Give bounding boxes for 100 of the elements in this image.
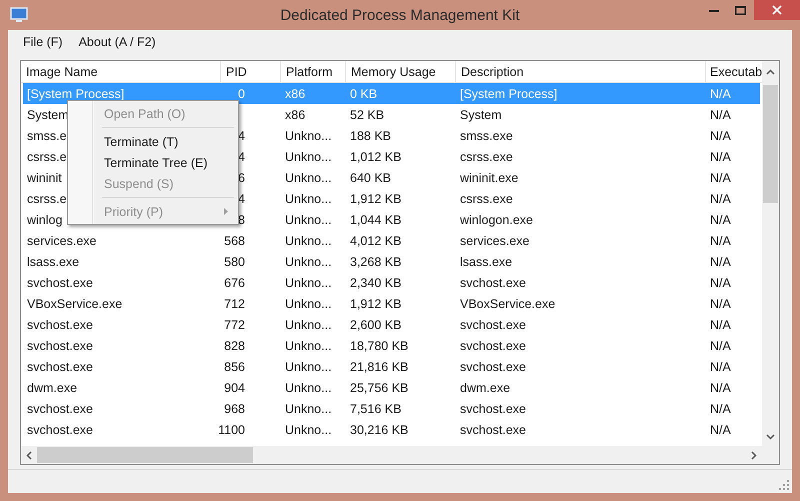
- table-cell: N/A: [710, 86, 731, 100]
- table-cell: Unkno...: [285, 402, 332, 416]
- table-cell: smss.exe: [460, 128, 513, 142]
- table-cell: System: [460, 108, 502, 122]
- table-cell: N/A: [710, 150, 731, 164]
- table-cell: Unkno...: [285, 380, 332, 394]
- table-cell: 1,912 KB: [350, 296, 402, 310]
- table-cell: N/A: [710, 276, 731, 290]
- table-cell: Unkno...: [285, 296, 332, 310]
- table-cell: 568: [224, 234, 245, 248]
- table-cell: [System Process]: [460, 86, 558, 100]
- scroll-left-icon[interactable]: [26, 450, 32, 460]
- table-cell: Unkno...: [285, 150, 332, 164]
- scrollbar-thumb[interactable]: [37, 447, 253, 463]
- column-header[interactable]: Image Name: [21, 61, 221, 82]
- submenu-arrow-icon: [224, 208, 228, 215]
- table-cell: 4: [238, 150, 245, 164]
- table-cell: 8: [238, 212, 245, 226]
- table-cell: lsass.exe: [27, 254, 80, 268]
- resize-grip-icon[interactable]: [779, 480, 789, 490]
- maximize-icon[interactable]: [735, 6, 746, 14]
- table-cell: svchost.exe: [27, 360, 94, 374]
- table-cell: csrss.exe: [460, 150, 513, 164]
- table-cell: 1,044 KB: [350, 212, 402, 226]
- column-header[interactable]: Description: [456, 61, 706, 82]
- table-cell: Unkno...: [285, 360, 332, 374]
- context-menu-item[interactable]: Terminate Tree (E): [70, 152, 236, 173]
- table-cell: wininit: [27, 170, 62, 184]
- table-cell: Unkno...: [285, 128, 332, 142]
- vertical-scrollbar[interactable]: [762, 61, 779, 446]
- minimize-icon[interactable]: [708, 8, 718, 12]
- table-cell: 0 KB: [350, 86, 378, 100]
- close-icon: [772, 5, 782, 15]
- table-cell: 4: [238, 192, 245, 206]
- table-cell: 0: [238, 86, 245, 100]
- table-cell: Unkno...: [285, 318, 332, 332]
- table-cell: Unkno...: [285, 338, 332, 352]
- table-cell: Unkno...: [285, 192, 332, 206]
- table-cell: 18,780 KB: [350, 338, 408, 352]
- table-cell: csrss.e: [27, 150, 67, 164]
- table-cell: N/A: [710, 296, 731, 310]
- column-header[interactable]: Memory Usage: [346, 61, 456, 82]
- table-cell: svchost.exe: [27, 318, 94, 332]
- close-button[interactable]: [754, 0, 800, 20]
- table-cell: 30,216 KB: [350, 422, 408, 436]
- table-cell: 904: [224, 380, 245, 394]
- table-cell: smss.e: [27, 128, 67, 142]
- table-cell: 188 KB: [350, 128, 392, 142]
- table-cell: 1,012 KB: [350, 150, 402, 164]
- table-cell: csrss.exe: [460, 192, 513, 206]
- table-cell: svchost.exe: [27, 422, 94, 436]
- table-cell: VBoxService.exe: [460, 296, 556, 310]
- table-cell: x86: [285, 86, 306, 100]
- menu-item[interactable]: About (A / F2): [70, 35, 164, 49]
- table-cell: 7,516 KB: [350, 402, 402, 416]
- window-title: Dedicated Process Management Kit: [280, 6, 520, 24]
- table-cell: N/A: [710, 128, 731, 142]
- table-cell: N/A: [710, 318, 731, 332]
- table-cell: N/A: [710, 422, 731, 436]
- table-cell: Unkno...: [285, 170, 332, 184]
- table-cell: 1,912 KB: [350, 192, 402, 206]
- table-cell: Unkno...: [285, 254, 332, 268]
- table-cell: svchost.exe: [460, 276, 526, 290]
- table-cell: N/A: [710, 212, 731, 226]
- table-cell: 2,600 KB: [350, 318, 402, 332]
- horizontal-scrollbar[interactable]: [21, 446, 762, 464]
- table-cell: 2,340 KB: [350, 276, 402, 290]
- table-cell: csrss.e: [27, 192, 67, 206]
- column-header[interactable]: PID: [221, 61, 281, 82]
- table-cell: N/A: [710, 360, 731, 374]
- table-cell: 856: [224, 360, 245, 374]
- context-menu-item[interactable]: Terminate (T): [70, 131, 236, 152]
- table-cell: services.exe: [460, 234, 530, 248]
- table-cell: N/A: [710, 338, 731, 352]
- table-cell: 828: [224, 338, 245, 352]
- scroll-right-icon[interactable]: [751, 450, 757, 460]
- table-cell: 712: [224, 296, 245, 310]
- table-cell: 772: [224, 318, 245, 332]
- menu-item[interactable]: File (F): [15, 35, 71, 49]
- scrollbar-thumb[interactable]: [763, 85, 778, 203]
- table-cell: lsass.exe: [460, 254, 512, 268]
- table-cell: x86: [285, 108, 306, 122]
- table-cell: svchost.exe: [27, 402, 94, 416]
- table-cell: svchost.exe: [460, 402, 526, 416]
- table-cell: 4: [238, 128, 245, 142]
- table-cell: svchost.exe: [27, 338, 94, 352]
- table-cell: N/A: [710, 108, 731, 122]
- table-cell: wininit.exe: [460, 170, 518, 184]
- column-header[interactable]: Platform: [281, 61, 346, 82]
- table-cell: winlogon.exe: [460, 212, 533, 226]
- table-cell: svchost.exe: [460, 318, 526, 332]
- column-header[interactable]: Executab: [706, 61, 762, 82]
- table-cell: svchost.exe: [460, 422, 526, 436]
- scroll-down-icon[interactable]: [766, 434, 775, 440]
- table-cell: VBoxService.exe: [27, 296, 122, 310]
- scroll-up-icon[interactable]: [766, 69, 775, 75]
- table-cell: N/A: [710, 192, 731, 206]
- table-cell: Unkno...: [285, 234, 332, 248]
- table-cell: 1100: [218, 422, 245, 436]
- table-cell: 52 KB: [350, 108, 384, 122]
